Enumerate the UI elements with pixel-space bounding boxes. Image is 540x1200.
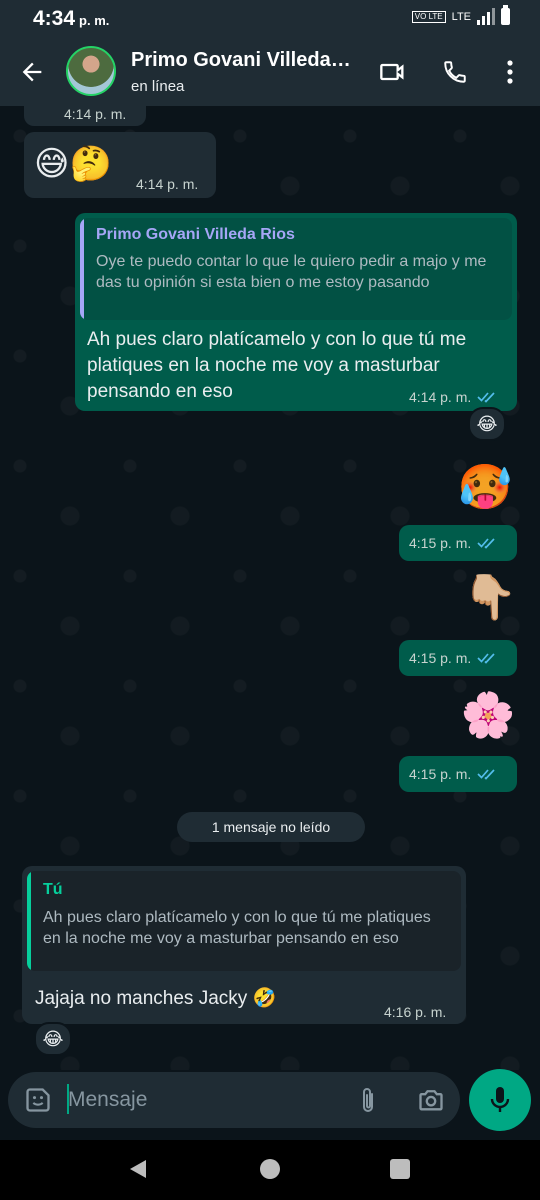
- chat-area[interactable]: 4:14 p. m. 😅🤔 4:14 p. m. Primo Govani Vi…: [0, 106, 540, 1070]
- reaction-badge[interactable]: 😂: [468, 407, 506, 441]
- nav-back-icon[interactable]: [128, 1158, 148, 1185]
- message-bubble-incoming[interactable]: Tú Ah pues claro platícamelo y con lo qu…: [22, 866, 466, 1024]
- sticker-emoji[interactable]: 🌸: [458, 690, 518, 742]
- read-ticks-icon: [477, 769, 495, 780]
- more-options-icon[interactable]: [500, 58, 520, 91]
- nav-recents-icon[interactable]: [390, 1159, 410, 1179]
- microphone-icon: [490, 1087, 510, 1112]
- sticker-emoji[interactable]: 🥵: [455, 462, 515, 514]
- status-time: 4:34 p. m.: [33, 7, 110, 30]
- quote-text: Ah pues claro platícamelo y con lo que t…: [43, 909, 431, 947]
- message-emojis: 😅🤔: [34, 145, 112, 183]
- message-time: 4:14 p. m.: [64, 106, 127, 122]
- message-time: 4:15 p. m.: [409, 766, 497, 782]
- back-arrow-icon[interactable]: [18, 58, 46, 91]
- message-time: 4:14 p. m.: [409, 389, 497, 405]
- read-ticks-icon: [477, 653, 495, 664]
- lte-label: LTE: [451, 10, 471, 23]
- quote-bar: [80, 218, 84, 320]
- unread-divider: 1 mensaje no leído: [177, 812, 365, 842]
- message-composer[interactable]: Mensaje: [8, 1072, 460, 1128]
- message-bubble-outgoing[interactable]: Primo Govani Villeda Rios Oye te puedo c…: [75, 213, 517, 411]
- message-bubble-outgoing[interactable]: 4:15 p. m.: [399, 640, 517, 676]
- status-icons: VO LTE LTE: [411, 5, 510, 25]
- message-time: 4:14 p. m.: [136, 176, 199, 192]
- sticker-icon[interactable]: [24, 1086, 52, 1119]
- camera-icon[interactable]: [416, 1086, 446, 1119]
- system-nav-bar: [0, 1140, 540, 1200]
- nav-home-icon[interactable]: [260, 1159, 280, 1179]
- message-bubble-incoming[interactable]: 😅🤔 4:14 p. m.: [24, 132, 216, 198]
- quote-sender: Primo Govani Villeda Rios: [96, 226, 295, 243]
- phone-call-icon[interactable]: [442, 58, 468, 91]
- quoted-message[interactable]: Tú Ah pues claro platícamelo y con lo qu…: [27, 871, 461, 971]
- volte-icon: VO LTE: [411, 10, 446, 23]
- read-ticks-icon: [477, 538, 495, 549]
- contact-status: en línea: [131, 78, 185, 95]
- video-call-icon[interactable]: [378, 58, 408, 91]
- sticker-emoji[interactable]: 👇🏼: [460, 572, 520, 624]
- quote-sender: Tú: [43, 881, 63, 898]
- message-bubble-incoming[interactable]: 4:14 p. m.: [24, 106, 146, 126]
- message-time: 4:15 p. m.: [409, 535, 497, 551]
- signal-icon: [477, 8, 495, 25]
- chat-header: Primo Govani Villeda… en línea: [0, 36, 540, 106]
- message-time: 4:16 p. m.: [384, 1004, 447, 1020]
- message-input[interactable]: Mensaje: [68, 1088, 147, 1112]
- voice-message-button[interactable]: [469, 1069, 531, 1131]
- attach-icon[interactable]: [356, 1086, 380, 1121]
- message-time: 4:15 p. m.: [409, 650, 497, 666]
- battery-icon: [501, 5, 510, 25]
- message-bubble-outgoing[interactable]: 4:15 p. m.: [399, 525, 517, 561]
- contact-avatar[interactable]: [66, 46, 116, 96]
- quote-bar: [27, 871, 31, 971]
- status-bar: 4:34 p. m. VO LTE LTE: [0, 0, 540, 36]
- contact-name[interactable]: Primo Govani Villeda…: [131, 49, 351, 72]
- read-ticks-icon: [477, 392, 495, 403]
- reaction-badge[interactable]: 😂: [34, 1022, 72, 1056]
- quoted-message[interactable]: Primo Govani Villeda Rios Oye te puedo c…: [80, 218, 512, 320]
- quote-text: Oye te puedo contar lo que le quiero ped…: [96, 253, 487, 291]
- message-bubble-outgoing[interactable]: 4:15 p. m.: [399, 756, 517, 792]
